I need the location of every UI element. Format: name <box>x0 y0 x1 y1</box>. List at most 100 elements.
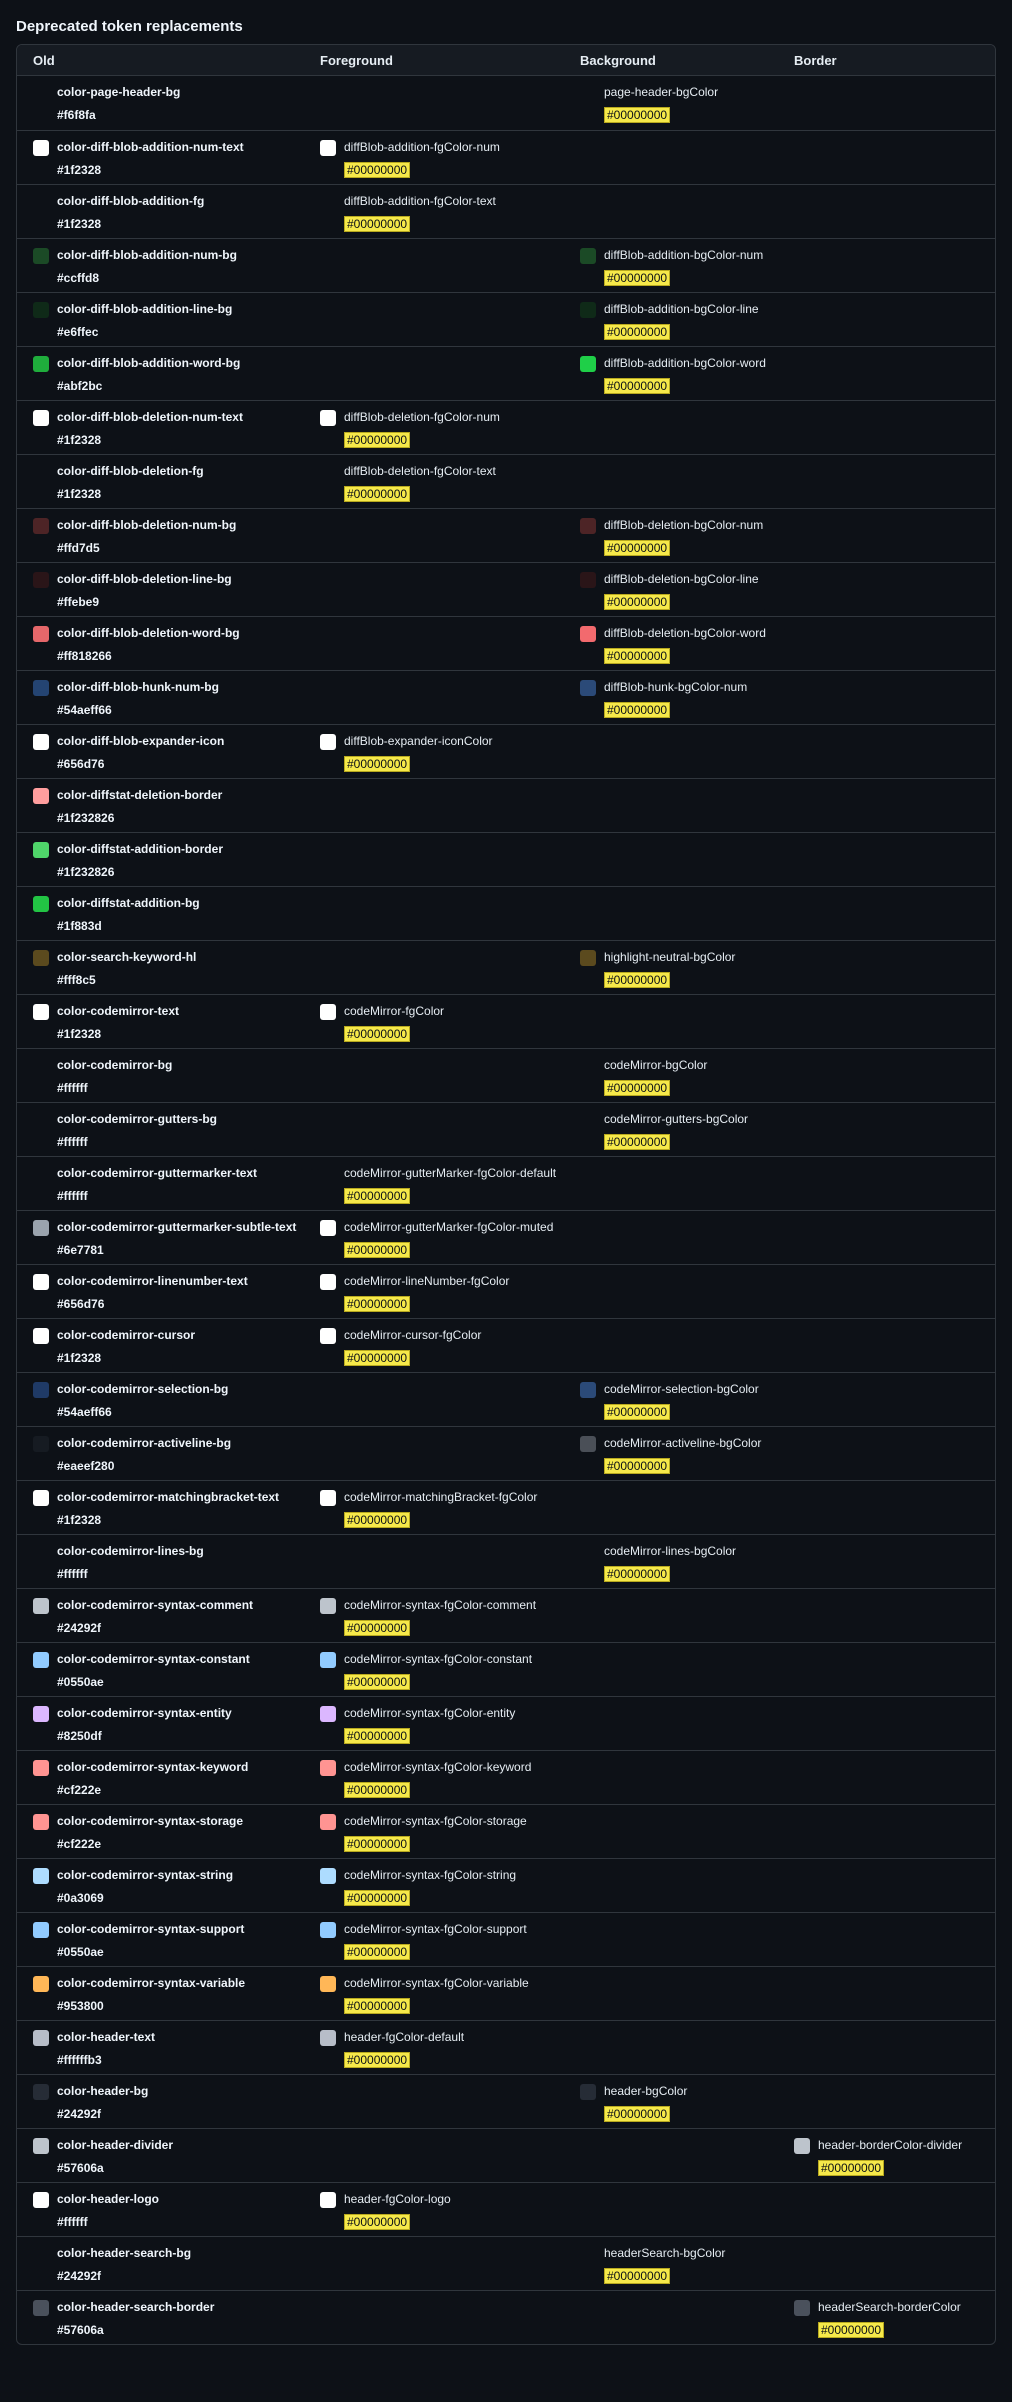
new-token-swatch <box>794 2300 810 2316</box>
new-token-value: #00000000 <box>604 2268 671 2284</box>
new-token-value: #00000000 <box>344 162 411 178</box>
new-token-value: #00000000 <box>818 2322 885 2338</box>
old-token-hex: #1f883d <box>57 919 102 933</box>
old-token-hex: #656d76 <box>57 1297 105 1311</box>
old-token-hex: #1f2328 <box>57 487 102 501</box>
old-color-swatch <box>33 680 49 696</box>
table-header: Old Foreground Background Border <box>17 45 995 76</box>
new-token-value: #00000000 <box>344 1296 411 1312</box>
old-token-name: color-codemirror-bg <box>57 1058 173 1072</box>
old-token-name: color-codemirror-syntax-entity <box>57 1706 232 1720</box>
old-token-hex: #ffffff <box>57 2215 88 2229</box>
old-token-name: color-codemirror-syntax-comment <box>57 1598 254 1612</box>
old-token-hex: #1f2328 <box>57 1351 102 1365</box>
old-token-hex: #24292f <box>57 2269 102 2283</box>
old-token-hex: #0a3069 <box>57 1891 104 1905</box>
old-token-name: color-diffstat-addition-bg <box>57 896 200 910</box>
old-token-hex: #24292f <box>57 2107 102 2121</box>
old-token-name: color-search-keyword-hl <box>57 950 197 964</box>
table-row: color-header-search-border #57606a headerS… <box>17 2290 995 2344</box>
new-token-swatch <box>320 2030 336 2046</box>
table-row: color-page-header-bg #f6f8fa page-header-b… <box>17 76 995 130</box>
old-color-swatch <box>33 842 49 858</box>
table-row: color-codemirror-syntax-support #0550ae co… <box>17 1912 995 1966</box>
table-row: color-codemirror-gutters-bg #ffffff codeMi… <box>17 1102 995 1156</box>
new-token-value: #00000000 <box>344 486 411 502</box>
new-token-value: #00000000 <box>344 432 411 448</box>
column-header-border: Border <box>794 53 837 68</box>
new-token-value: #00000000 <box>344 1188 411 1204</box>
table-row: color-codemirror-syntax-comment #24292f co… <box>17 1588 995 1642</box>
old-token-name: color-diff-blob-deletion-fg <box>57 464 204 478</box>
new-token-swatch <box>320 1328 336 1344</box>
table-row: color-diff-blob-deletion-fg #1f2328 diffBl… <box>17 454 995 508</box>
new-token-value: #00000000 <box>604 1458 671 1474</box>
table-body: color-page-header-bg #f6f8fa page-header-b… <box>17 76 995 2344</box>
old-token-hex: #f6f8fa <box>57 108 96 122</box>
old-color-swatch <box>33 896 49 912</box>
old-color-swatch <box>33 1490 49 1506</box>
new-token-name: diffBlob-hunk-bgColor-num <box>604 680 748 694</box>
column-header-foreground: Foreground <box>320 53 393 68</box>
old-token-name: color-codemirror-matchingbracket-text <box>57 1490 280 1504</box>
new-token-swatch <box>794 2138 810 2154</box>
old-token-hex: #ffffff <box>57 1081 88 1095</box>
table-row: color-codemirror-guttermarker-text #fffff… <box>17 1156 995 1210</box>
new-token-swatch <box>580 626 596 642</box>
new-token-swatch <box>320 140 336 156</box>
table-row: color-diff-blob-addition-line-bg #e6ffec d… <box>17 292 995 346</box>
old-token-hex: #24292f <box>57 1621 102 1635</box>
old-token-name: color-codemirror-text <box>57 1004 180 1018</box>
new-token-name: diffBlob-deletion-bgColor-num <box>604 518 764 532</box>
new-token-value: #00000000 <box>344 1998 411 2014</box>
new-token-value: #00000000 <box>604 270 671 286</box>
new-token-name: diffBlob-deletion-fgColor-num <box>344 410 500 424</box>
old-token-name: color-codemirror-guttermarker-text <box>57 1166 258 1180</box>
new-token-value: #00000000 <box>604 594 671 610</box>
old-token-hex: #ffffff <box>57 1567 88 1581</box>
old-token-hex: #eaeef280 <box>57 1459 115 1473</box>
old-token-name: color-header-search-border <box>57 2300 215 2314</box>
new-token-value: #00000000 <box>604 1404 671 1420</box>
old-color-swatch <box>33 1652 49 1668</box>
old-token-name: color-diffstat-deletion-border <box>57 788 223 802</box>
old-token-name: color-diff-blob-deletion-num-text <box>57 410 243 424</box>
new-token-value: #00000000 <box>344 216 411 232</box>
new-token-name: codeMirror-fgColor <box>344 1004 445 1018</box>
old-token-hex: #abf2bc <box>57 379 103 393</box>
old-token-name: color-codemirror-syntax-keyword <box>57 1760 249 1774</box>
new-token-name: diffBlob-addition-fgColor-text <box>344 194 496 208</box>
new-token-name: diffBlob-addition-bgColor-word <box>604 356 766 370</box>
old-token-name: color-header-search-bg <box>57 2246 192 2260</box>
old-token-hex: #ffffff <box>57 1135 88 1149</box>
table-row: color-diffstat-deletion-border #1f232826 <box>17 778 995 832</box>
table-row: color-header-bg #24292f header-bgColor #000… <box>17 2074 995 2128</box>
old-token-hex: #fff8c5 <box>57 973 96 987</box>
column-header-old: Old <box>33 53 55 68</box>
old-color-swatch <box>33 518 49 534</box>
new-token-swatch <box>580 2084 596 2100</box>
old-token-hex: #0550ae <box>57 1945 104 1959</box>
new-token-value: #00000000 <box>604 540 671 556</box>
old-token-hex: #1f2328 <box>57 217 102 231</box>
new-token-name: diffBlob-deletion-bgColor-line <box>604 572 759 586</box>
new-token-swatch <box>580 356 596 372</box>
new-token-name: header-bgColor <box>604 2084 688 2098</box>
old-token-hex: #57606a <box>57 2323 104 2337</box>
old-color-swatch <box>33 1868 49 1884</box>
new-token-value: #00000000 <box>344 2214 411 2230</box>
old-color-swatch <box>33 302 49 318</box>
old-token-name: color-header-divider <box>57 2138 174 2152</box>
old-token-hex: #54aeff66 <box>57 1405 112 1419</box>
old-token-name: color-codemirror-activeline-bg <box>57 1436 232 1450</box>
table-row: color-codemirror-activeline-bg #eaeef280 c… <box>17 1426 995 1480</box>
old-token-name: color-codemirror-syntax-variable <box>57 1976 246 1990</box>
new-token-name: diffBlob-addition-fgColor-num <box>344 140 500 154</box>
old-token-name: color-diff-blob-deletion-num-bg <box>57 518 237 532</box>
old-color-swatch <box>33 734 49 750</box>
new-token-swatch <box>580 302 596 318</box>
new-token-name: header-fgColor-default <box>344 2030 465 2044</box>
old-color-swatch <box>33 2084 49 2100</box>
new-token-swatch <box>580 680 596 696</box>
table-row: color-diffstat-addition-bg #1f883d <box>17 886 995 940</box>
